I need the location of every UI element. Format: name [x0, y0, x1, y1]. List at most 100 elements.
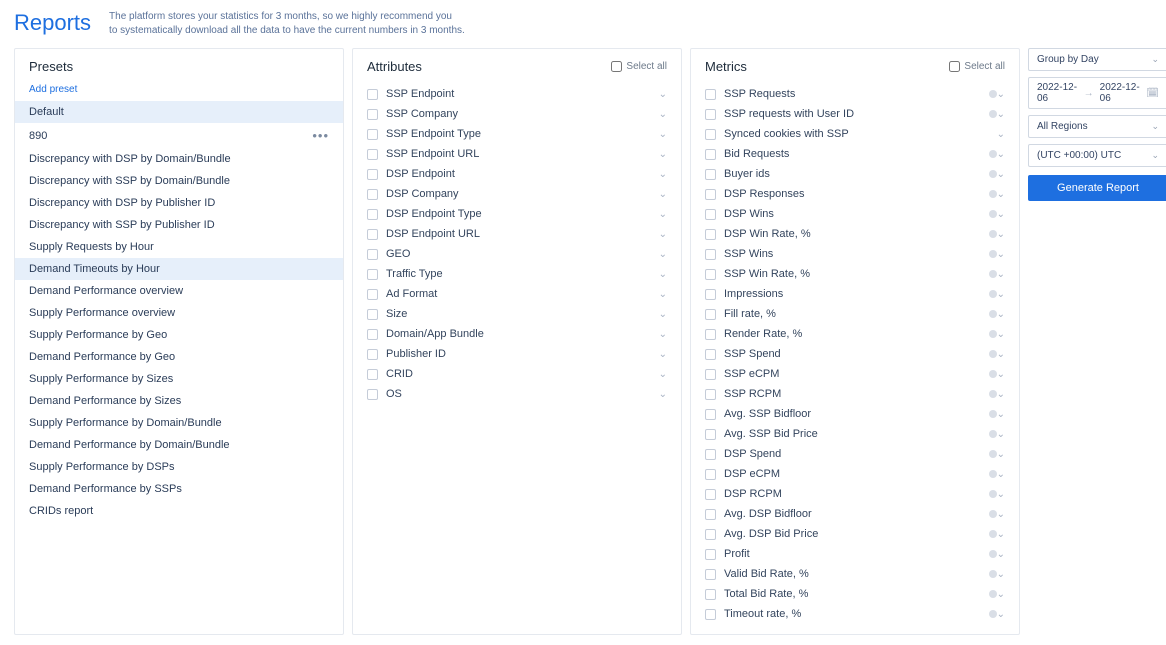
preset-item[interactable]: Discrepancy with SSP by Publisher ID	[15, 214, 343, 236]
metric-row-checkbox[interactable]	[705, 389, 716, 400]
chevron-down-icon[interactable]: ⌄	[997, 509, 1005, 520]
chevron-down-icon[interactable]: ⌄	[659, 289, 667, 300]
metric-row-checkbox[interactable]	[705, 89, 716, 100]
attribute-row-checkbox[interactable]	[367, 229, 378, 240]
attribute-row-checkbox[interactable]	[367, 209, 378, 220]
chevron-down-icon[interactable]: ⌄	[659, 329, 667, 340]
info-icon[interactable]	[989, 510, 997, 518]
attribute-row[interactable]: Domain/App Bundle⌄	[353, 324, 681, 344]
info-icon[interactable]	[989, 190, 997, 198]
add-preset-link[interactable]: Add preset	[15, 84, 343, 101]
metric-row-checkbox[interactable]	[705, 509, 716, 520]
metric-row[interactable]: Profit⌄	[691, 544, 1019, 564]
metrics-select-all[interactable]: Select all	[949, 61, 1005, 72]
attribute-row-checkbox[interactable]	[367, 249, 378, 260]
metric-row-checkbox[interactable]	[705, 449, 716, 460]
chevron-down-icon[interactable]: ⌄	[997, 269, 1005, 280]
metric-row-checkbox[interactable]	[705, 129, 716, 140]
metrics-select-all-checkbox[interactable]	[949, 61, 960, 72]
metric-row-checkbox[interactable]	[705, 329, 716, 340]
metric-row[interactable]: DSP RCPM⌄	[691, 484, 1019, 504]
attribute-row[interactable]: DSP Endpoint Type⌄	[353, 204, 681, 224]
metric-row-checkbox[interactable]	[705, 549, 716, 560]
attribute-row[interactable]: SSP Endpoint⌄	[353, 84, 681, 104]
metric-row[interactable]: Avg. SSP Bidfloor⌄	[691, 404, 1019, 424]
preset-item[interactable]: Demand Performance by SSPs	[15, 478, 343, 500]
metric-row[interactable]: Avg. DSP Bidfloor⌄	[691, 504, 1019, 524]
attribute-row[interactable]: GEO⌄	[353, 244, 681, 264]
info-icon[interactable]	[989, 210, 997, 218]
metric-row-checkbox[interactable]	[705, 169, 716, 180]
attribute-row[interactable]: Traffic Type⌄	[353, 264, 681, 284]
preset-item[interactable]: Demand Timeouts by Hour	[15, 258, 343, 280]
attribute-row[interactable]: DSP Endpoint⌄	[353, 164, 681, 184]
info-icon[interactable]	[989, 590, 997, 598]
preset-item[interactable]: Supply Performance by DSPs	[15, 456, 343, 478]
chevron-down-icon[interactable]: ⌄	[997, 329, 1005, 340]
metric-row-checkbox[interactable]	[705, 369, 716, 380]
metric-row-checkbox[interactable]	[705, 589, 716, 600]
attributes-select-all[interactable]: Select all	[611, 61, 667, 72]
attribute-row-checkbox[interactable]	[367, 169, 378, 180]
attribute-row-checkbox[interactable]	[367, 89, 378, 100]
info-icon[interactable]	[989, 370, 997, 378]
metric-row[interactable]: SSP RCPM⌄	[691, 384, 1019, 404]
attribute-row[interactable]: CRID⌄	[353, 364, 681, 384]
attribute-row[interactable]: Size⌄	[353, 304, 681, 324]
metric-row[interactable]: DSP Spend⌄	[691, 444, 1019, 464]
chevron-down-icon[interactable]: ⌄	[997, 189, 1005, 200]
info-icon[interactable]	[989, 90, 997, 98]
metric-row[interactable]: Fill rate, %⌄	[691, 304, 1019, 324]
chevron-down-icon[interactable]: ⌄	[997, 549, 1005, 560]
chevron-down-icon[interactable]: ⌄	[997, 209, 1005, 220]
attribute-row[interactable]: OS⌄	[353, 384, 681, 404]
metric-row-checkbox[interactable]	[705, 469, 716, 480]
chevron-down-icon[interactable]: ⌄	[997, 229, 1005, 240]
chevron-down-icon[interactable]: ⌄	[659, 169, 667, 180]
preset-item[interactable]: Discrepancy with DSP by Domain/Bundle	[15, 148, 343, 170]
info-icon[interactable]	[989, 570, 997, 578]
attribute-row[interactable]: DSP Endpoint URL⌄	[353, 224, 681, 244]
chevron-down-icon[interactable]: ⌄	[997, 569, 1005, 580]
metric-row[interactable]: SSP Wins⌄	[691, 244, 1019, 264]
preset-item[interactable]: Supply Performance by Domain/Bundle	[15, 412, 343, 434]
chevron-down-icon[interactable]: ⌄	[659, 249, 667, 260]
chevron-down-icon[interactable]: ⌄	[659, 129, 667, 140]
preset-item[interactable]: Supply Performance by Sizes	[15, 368, 343, 390]
preset-item[interactable]: Demand Performance by Sizes	[15, 390, 343, 412]
chevron-down-icon[interactable]: ⌄	[659, 369, 667, 380]
chevron-down-icon[interactable]: ⌄	[659, 149, 667, 160]
info-icon[interactable]	[989, 550, 997, 558]
metric-row[interactable]: Synced cookies with SSP⌄	[691, 124, 1019, 144]
metric-row[interactable]: Buyer ids⌄	[691, 164, 1019, 184]
attribute-row[interactable]: SSP Company⌄	[353, 104, 681, 124]
chevron-down-icon[interactable]: ⌄	[997, 109, 1005, 120]
attribute-row-checkbox[interactable]	[367, 149, 378, 160]
chevron-down-icon[interactable]: ⌄	[997, 89, 1005, 100]
metric-row[interactable]: SSP Win Rate, %⌄	[691, 264, 1019, 284]
chevron-down-icon[interactable]: ⌄	[997, 429, 1005, 440]
metric-row[interactable]: Total Bid Rate, %⌄	[691, 584, 1019, 604]
metric-row-checkbox[interactable]	[705, 409, 716, 420]
attribute-row-checkbox[interactable]	[367, 189, 378, 200]
chevron-down-icon[interactable]: ⌄	[997, 409, 1005, 420]
metric-row[interactable]: Bid Requests⌄	[691, 144, 1019, 164]
metric-row-checkbox[interactable]	[705, 429, 716, 440]
attribute-row-checkbox[interactable]	[367, 349, 378, 360]
metric-row-checkbox[interactable]	[705, 489, 716, 500]
preset-item[interactable]: Default	[15, 101, 343, 123]
metric-row[interactable]: Timeout rate, %⌄	[691, 604, 1019, 624]
region-select[interactable]: All Regions ⌄	[1028, 115, 1166, 138]
metric-row-checkbox[interactable]	[705, 609, 716, 620]
metric-row-checkbox[interactable]	[705, 529, 716, 540]
chevron-down-icon[interactable]: ⌄	[659, 269, 667, 280]
chevron-down-icon[interactable]: ⌄	[997, 289, 1005, 300]
metric-row-checkbox[interactable]	[705, 349, 716, 360]
group-by-select[interactable]: Group by Day ⌄	[1028, 48, 1166, 71]
info-icon[interactable]	[989, 230, 997, 238]
generate-report-button[interactable]: Generate Report	[1028, 175, 1166, 201]
metric-row[interactable]: Valid Bid Rate, %⌄	[691, 564, 1019, 584]
info-icon[interactable]	[989, 610, 997, 618]
preset-item[interactable]: Supply Performance by Geo	[15, 324, 343, 346]
metric-row-checkbox[interactable]	[705, 149, 716, 160]
